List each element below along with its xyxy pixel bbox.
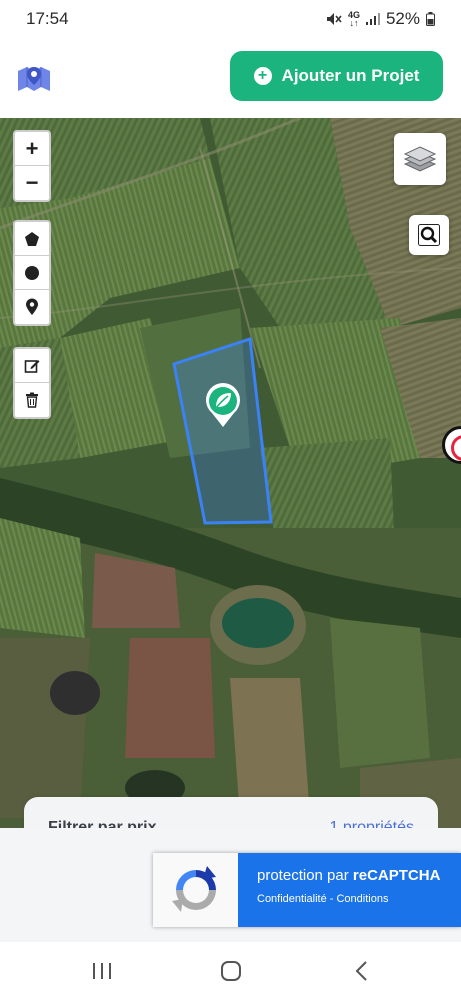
zoom-out-button[interactable]: − [15, 166, 49, 200]
recaptcha-badge[interactable]: protection par reCAPTCHA Confidentialité… [153, 853, 461, 927]
mute-icon [326, 13, 342, 25]
leaf-pin-icon[interactable] [204, 383, 242, 429]
zoom-control: + − [13, 130, 51, 202]
plus-circle-icon: + [253, 67, 272, 85]
recaptcha-protection: protection par reCAPTCHA [257, 867, 441, 884]
add-project-button[interactable]: + Ajouter un Projet [230, 51, 443, 101]
delete-layers-button[interactable] [15, 383, 49, 417]
recent-apps-icon [93, 963, 111, 979]
property-polygon-layer [172, 336, 273, 525]
draw-circle-button[interactable] [15, 256, 49, 290]
edit-icon [24, 359, 40, 373]
recaptcha-text: protection par reCAPTCHA Confidentialité… [238, 853, 440, 927]
app-screen: 17:54 4G ↓↑ 52% + Ajouter un Projet + − … [0, 0, 461, 1000]
back-icon [355, 961, 367, 981]
search-icon [418, 224, 440, 246]
draw-marker-button[interactable] [15, 290, 49, 324]
network-type: 4G ↓↑ [347, 10, 360, 28]
status-time: 17:54 [26, 9, 69, 28]
recaptcha-logo-icon [153, 853, 238, 927]
draw-toolbar [13, 220, 51, 326]
map-marker-icon [26, 298, 38, 315]
trash-icon [26, 392, 38, 408]
recent-apps-button[interactable] [82, 956, 122, 986]
status-bar: 17:54 4G ↓↑ 52% [0, 0, 461, 38]
layers-button[interactable] [394, 133, 446, 185]
edit-layers-button[interactable] [15, 349, 49, 383]
battery-percent: 52% [385, 9, 420, 28]
layers-icon [403, 146, 437, 172]
satellite-map[interactable]: + − [0, 118, 461, 828]
status-icons: 4G ↓↑ 52% [326, 9, 435, 29]
zoom-in-button[interactable]: + [15, 132, 49, 166]
app-header: + Ajouter un Projet [0, 38, 461, 118]
signal-icon [365, 13, 380, 25]
add-project-label: Ajouter un Projet [281, 66, 420, 85]
back-button[interactable] [341, 956, 381, 986]
polygon-icon [25, 231, 39, 246]
edit-toolbar [13, 347, 51, 419]
draw-polygon-button[interactable] [15, 222, 49, 256]
map-pin-logo-icon[interactable] [17, 63, 51, 93]
home-icon [221, 961, 241, 981]
property-polygon[interactable] [172, 336, 273, 525]
map-search-button[interactable] [409, 215, 449, 255]
android-navigation-bar [0, 942, 461, 1000]
home-button[interactable] [211, 956, 251, 986]
recaptcha-privacy-terms-link[interactable]: Confidentialité - Conditions [257, 893, 440, 905]
battery-icon [426, 12, 435, 26]
circle-icon [25, 265, 39, 280]
